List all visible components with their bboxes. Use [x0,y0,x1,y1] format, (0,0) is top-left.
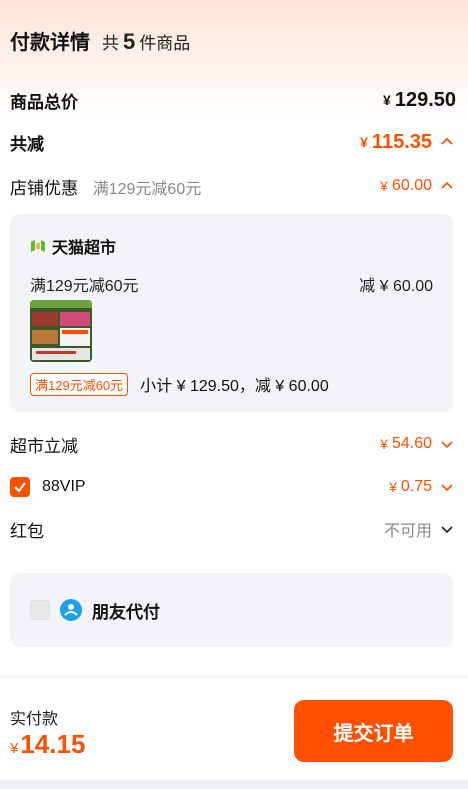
chevron-down-icon[interactable] [438,435,456,453]
page-header: 付款详情 共 5 件商品 [10,26,190,55]
vip-label: 88VIP [42,478,86,495]
promo-tag: 满129元减60元 [30,372,129,396]
market-discount-row[interactable]: 超市立减 ¥ 54.60 [10,432,456,456]
promo-row: 满129元减60元 减 ¥ 60.00 [30,272,433,296]
item-count-number: 5 [123,29,136,54]
product-thumbnail[interactable] [30,300,92,362]
submit-order-button[interactable]: 提交订单 [294,700,453,762]
currency-symbol: ¥ [389,479,397,495]
vip-left: 88VIP [10,477,86,497]
red-packet-row[interactable]: 红包 不可用 [10,517,456,541]
total-reduction-row[interactable]: 共减 ¥ 115.35 [10,128,456,156]
vip-value: ¥ 0.75 [389,478,456,496]
vip-amount: 0.75 [400,478,432,495]
card-subtotal: 小计 ¥ 129.50，减 ¥ 60.00 [140,378,329,395]
friend-pay-label: 朋友代付 [92,602,160,622]
currency-symbol: ¥ [360,134,368,150]
shop-discount-row[interactable]: 店铺优惠 满129元减60元 ¥ 60.00 [10,174,456,198]
promo-reduce: 减 ¥ 60.00 [359,278,433,295]
actual-pay-value: 14.15 [20,729,86,759]
shop-discount-sub: 满129元减60元 [92,180,202,198]
chevron-down-icon[interactable] [438,478,456,496]
market-discount-label: 超市立减 [10,436,78,456]
vip-checkbox[interactable] [10,477,30,497]
total-price-value: ¥ 129.50 [383,89,456,112]
shop-discount-value: ¥ 60.00 [380,177,456,195]
friend-pay-checkbox[interactable] [30,600,50,620]
currency-symbol: ¥ [380,178,388,194]
shop-discount-amount: 60.00 [391,177,432,194]
vip-row[interactable]: 88VIP ¥ 0.75 [10,474,456,500]
currency-symbol: ¥ [383,92,391,108]
currency-symbol: ¥ [380,436,388,452]
red-packet-status: 不可用 [383,523,432,540]
store-name: 天猫超市 [52,240,117,257]
promo-text: 满129元减60元 [30,278,139,295]
total-price-amount: 129.50 [394,88,456,111]
item-count-suffix: 件商品 [139,34,191,53]
shop-discount-label: 店铺优惠 [10,178,78,198]
product-image [30,300,92,362]
tmall-market-icon [31,240,45,252]
actual-pay-amount: ¥ 14.15 [10,729,85,760]
payment-details-page: 付款详情 共 5 件商品 商品总价 ¥ 129.50 共减 ¥ 115.35 店… [0,0,468,789]
item-count: 共 5 件商品 [102,29,190,55]
market-discount-value: ¥ 54.60 [380,435,456,453]
chevron-up-icon[interactable] [438,133,456,151]
currency-symbol: ¥ [10,740,19,757]
check-icon [14,482,26,493]
total-reduction-label: 共减 [10,134,44,154]
chevron-down-icon[interactable] [438,520,456,538]
total-price-row: 商品总价 ¥ 129.50 [10,86,456,114]
market-discount-amount: 54.60 [391,435,432,452]
total-price-label: 商品总价 [10,92,78,112]
checkout-footer: 实付款 ¥ 14.15 提交订单 [0,676,468,789]
total-reduction-value: ¥ 115.35 [360,131,456,154]
bottom-strip [0,780,468,789]
total-reduction-amount: 115.35 [371,130,432,153]
store-discount-card: 天猫超市 满129元减60元 减 ¥ 60.00 满129元减60元 小计 ¥ … [10,214,453,412]
item-count-prefix: 共 [102,34,119,53]
red-packet-label: 红包 [10,521,44,541]
friend-pay-icon [60,599,82,621]
store-header: 天猫超市 [30,234,116,258]
friend-pay-card[interactable]: 朋友代付 [10,573,453,647]
chevron-up-icon[interactable] [438,177,456,195]
page-title: 付款详情 [10,32,90,54]
actual-pay-label: 实付款 [10,711,59,728]
card-bottom: 满129元减60元 小计 ¥ 129.50，减 ¥ 60.00 [30,372,329,396]
shop-discount-label-wrap: 店铺优惠 满129元减60元 [10,174,201,199]
red-packet-value: 不可用 [384,517,456,541]
